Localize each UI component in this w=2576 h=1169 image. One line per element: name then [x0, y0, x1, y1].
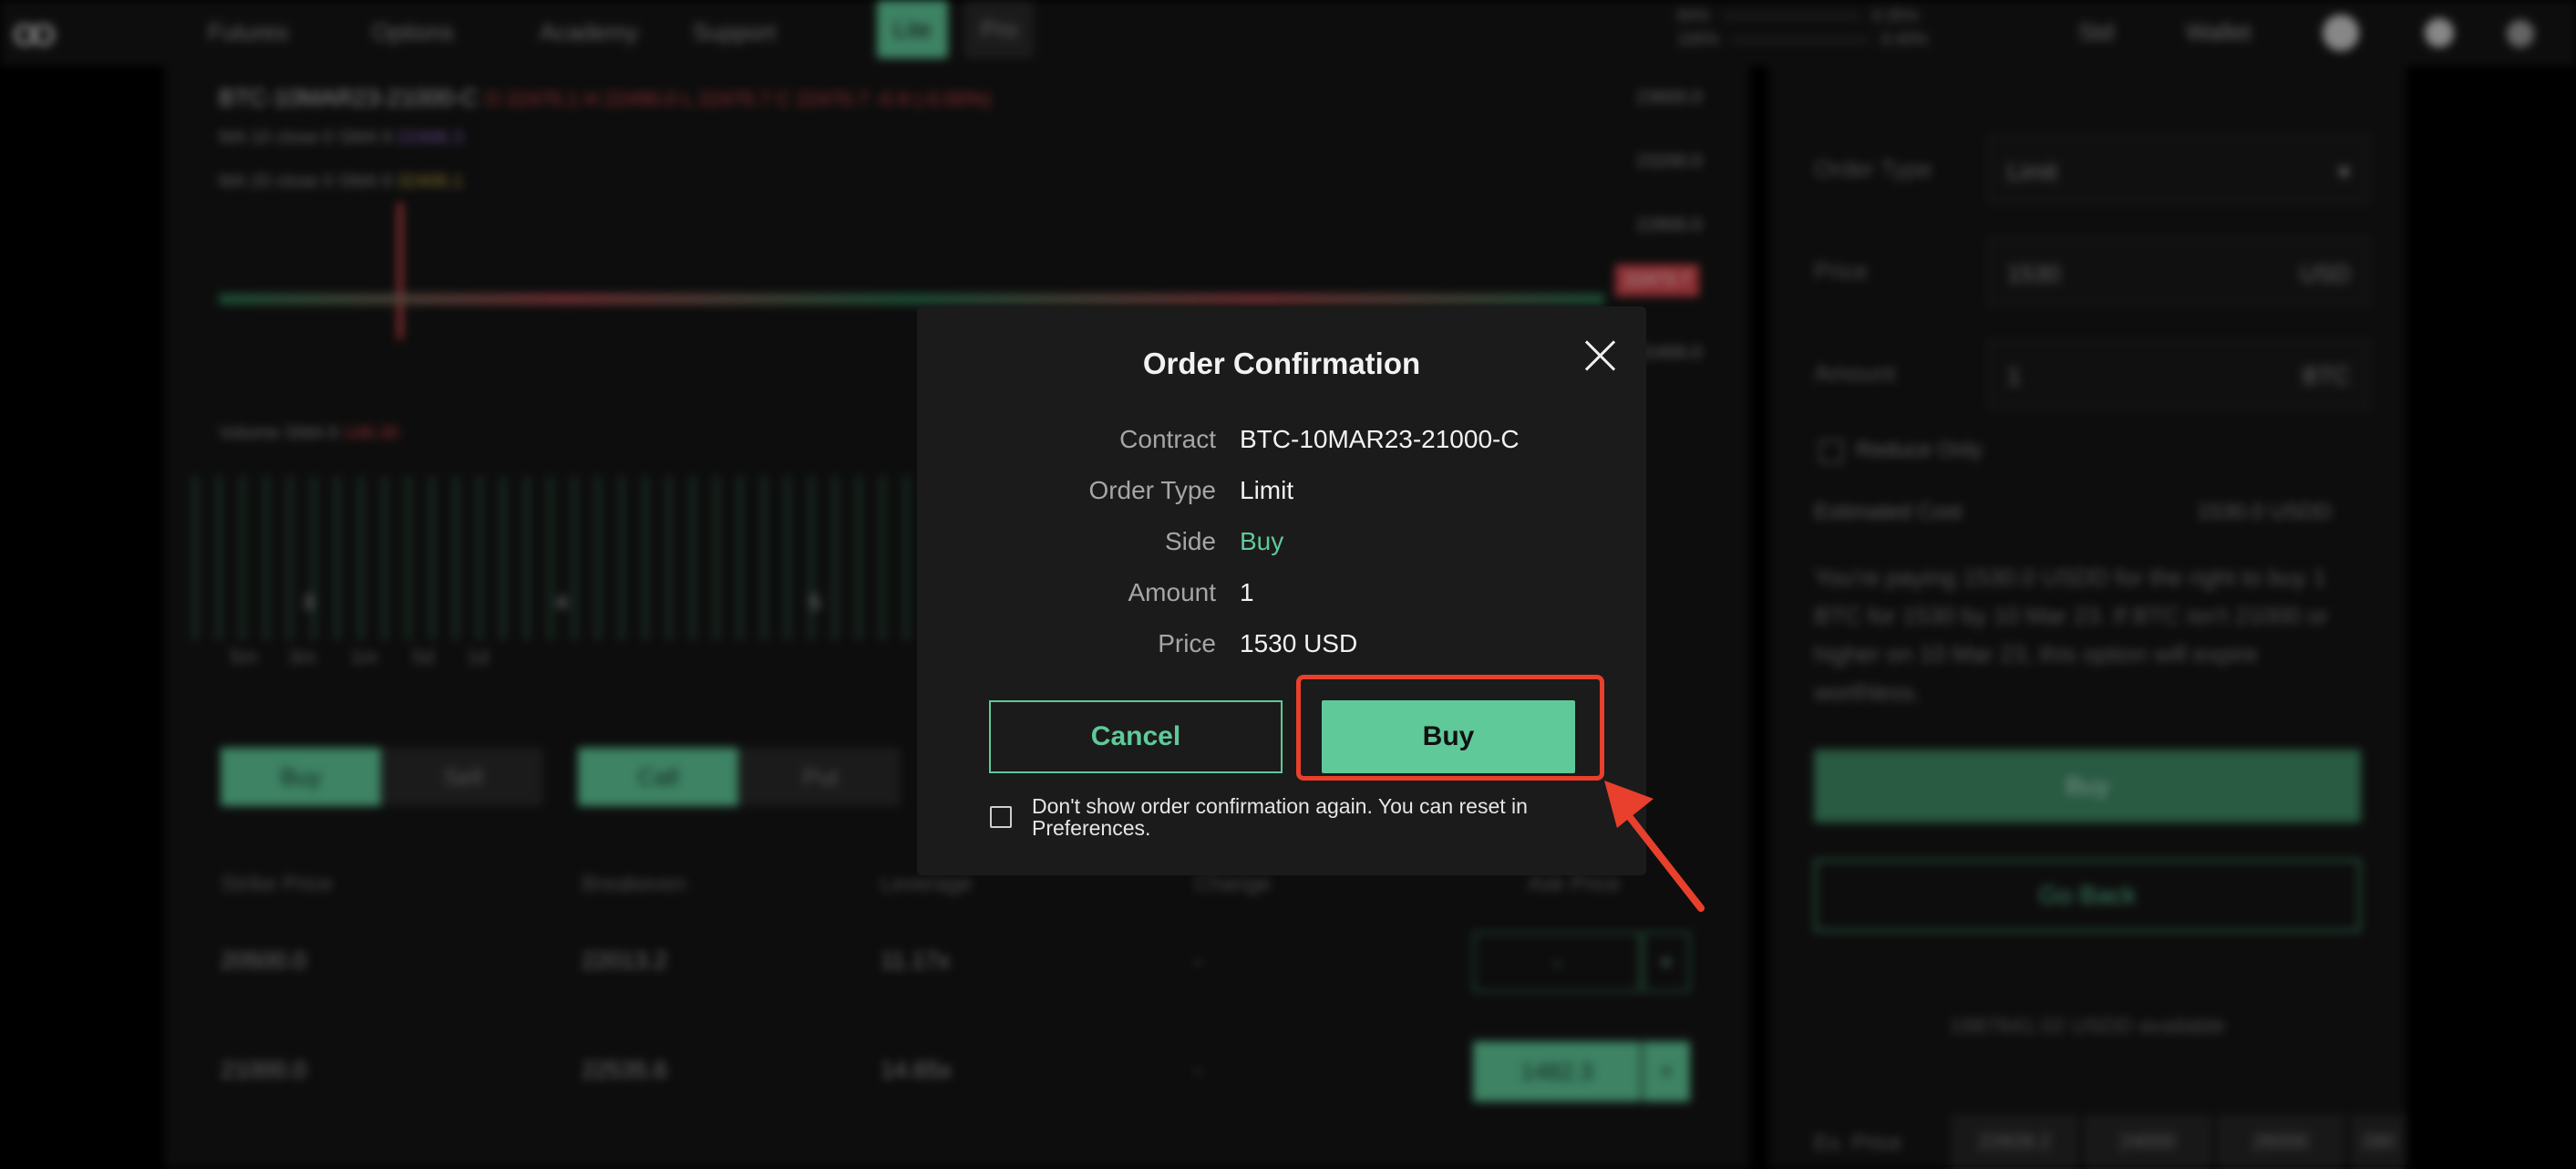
detail-value: Buy: [1240, 527, 1284, 555]
buy-button[interactable]: Buy: [1322, 700, 1575, 773]
detail-value: 1530 USD: [1240, 629, 1358, 657]
detail-row-order-type: Order Type Limit: [917, 476, 1646, 512]
detail-key: Order Type: [1088, 476, 1216, 504]
detail-value: Limit: [1240, 476, 1294, 504]
annotation-arrow-icon: [1604, 781, 1705, 912]
dont-show-again-checkbox[interactable]: [990, 806, 1012, 828]
modal-title: Order Confirmation: [1142, 347, 1421, 380]
detail-row-side: Side Buy: [917, 527, 1646, 564]
detail-row-price: Price 1530 USD: [917, 629, 1646, 666]
close-icon[interactable]: [1582, 337, 1619, 374]
detail-row-contract: Contract BTC-10MAR23-21000-C: [917, 425, 1646, 461]
detail-key: Amount: [1128, 578, 1217, 606]
detail-key: Side: [1164, 527, 1216, 555]
dont-show-again-label: Don't show order confirmation again. You…: [1032, 794, 1528, 840]
detail-key: Price: [1158, 629, 1216, 657]
detail-value: BTC-10MAR23-21000-C: [1240, 425, 1520, 453]
order-confirmation-modal: Order Confirmation Contract BTC-10MAR23-…: [917, 306, 1646, 875]
detail-row-amount: Amount 1: [917, 578, 1646, 615]
detail-key: Contract: [1119, 425, 1216, 453]
cancel-button[interactable]: Cancel: [989, 700, 1283, 773]
detail-value: 1: [1240, 578, 1254, 606]
